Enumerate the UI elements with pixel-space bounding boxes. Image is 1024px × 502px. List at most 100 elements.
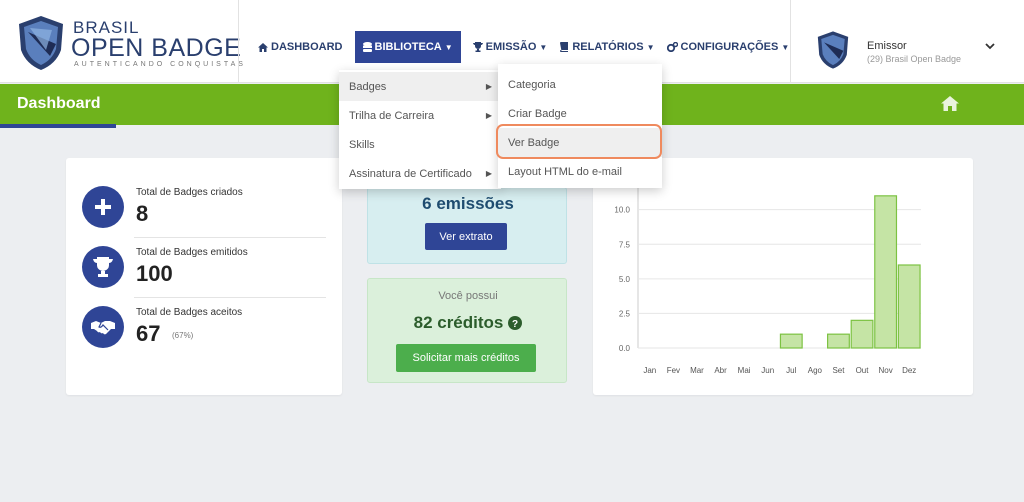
chart-bar xyxy=(779,333,803,349)
menu-item-label: Categoria xyxy=(508,78,556,91)
cogs-icon xyxy=(666,42,678,52)
nav-biblioteca[interactable]: BIBLIOTECA ▼ xyxy=(354,31,461,63)
nav-label: RELATÓRIOS xyxy=(572,41,644,53)
nav-label: EMISSÃO xyxy=(485,41,537,53)
chart-y-tick-label: 10.0 xyxy=(614,206,630,215)
caret-right-icon: ▶ xyxy=(485,169,492,178)
credits-intro: Você possui xyxy=(438,290,498,302)
chart-y-tick-label: 7.5 xyxy=(619,240,631,249)
stat-value: 67 xyxy=(136,321,161,346)
nav-label: DASHBOARD xyxy=(271,41,343,53)
nav-emissao[interactable]: EMISSÃO ▼ xyxy=(467,31,554,63)
user-org: (29) Brasil Open Badge xyxy=(867,54,962,64)
main-nav: DASHBOARD BIBLIOTECA ▼ EMISSÃO ▼ RELATÓR… xyxy=(252,31,795,63)
stat-percentage: (67%) xyxy=(172,331,194,340)
menu-item-label: Assinatura de Certificado xyxy=(349,167,472,180)
credits-box: Você possui 82 créditos ? Solicitar mais… xyxy=(367,278,567,383)
stat-icon-circle xyxy=(82,306,124,348)
menu-item-ver-badge[interactable]: Ver Badge xyxy=(498,128,662,157)
trophy-icon xyxy=(472,42,483,52)
chart-x-tick-label: Abr xyxy=(714,366,727,375)
header-divider xyxy=(238,0,239,83)
menu-item-label: Badges xyxy=(349,80,387,93)
menu-item-label: Layout HTML do e-mail xyxy=(508,165,622,178)
badges-submenu: Categoria Criar Badge Ver Badge Layout H… xyxy=(498,64,662,188)
caret-down-icon: ▼ xyxy=(646,42,655,52)
stat-value: 100 xyxy=(136,261,173,286)
menu-item-label: Trilha de Carreira xyxy=(349,109,435,122)
menu-item-assinatura[interactable]: Assinatura de Certificado ▶ xyxy=(339,159,501,188)
chart-y-tick-label: 2.5 xyxy=(619,309,631,318)
chart-x-tick-label: Out xyxy=(856,366,870,375)
stat-icon-circle xyxy=(82,246,124,288)
brand-line2: OPEN BADGE xyxy=(71,34,242,62)
user-avatar-shield-icon xyxy=(817,31,849,69)
view-statement-button[interactable]: Ver extrato xyxy=(425,223,507,250)
caret-right-icon: ▶ xyxy=(485,111,492,120)
stat-value: 8 xyxy=(136,201,149,226)
chart-x-tick-label: Dez xyxy=(902,366,916,375)
svg-text:?: ? xyxy=(512,319,518,330)
chart-x-tick-label: Fev xyxy=(667,366,680,375)
monthly-badges-chart: 0.0 2.5 5.0 7.5 10.0 Jan Fev Mar Abr Mai Jun Jul Ago… xyxy=(614,182,921,375)
chevron-down-icon[interactable] xyxy=(985,43,995,50)
stat-label: Total de Badges criados xyxy=(136,187,243,198)
emissions-count: 6 emissões xyxy=(422,194,514,213)
credits-amount: 82 créditos ? xyxy=(368,313,568,333)
stat-label: Total de Badges emitidos xyxy=(136,247,248,258)
menu-item-categoria[interactable]: Categoria xyxy=(498,70,662,99)
handshake-icon xyxy=(91,321,115,335)
brand-logo[interactable]: BRASIL OPEN BADGE AUTENTICANDO CONQUISTA… xyxy=(16,14,243,72)
user-role: Emissor xyxy=(867,40,907,52)
chart-x-tick-label: Mar xyxy=(690,366,704,375)
page-title: Dashboard xyxy=(17,95,101,112)
credits-value: 82 créditos xyxy=(413,313,504,332)
menu-item-badges[interactable]: Badges ▶ xyxy=(339,72,501,101)
trophy-icon xyxy=(93,257,113,277)
chart-bar xyxy=(827,333,850,349)
caret-right-icon: ▶ xyxy=(485,82,492,91)
plus-icon xyxy=(95,199,111,215)
chart-x-tick-label: Ago xyxy=(808,366,823,375)
nav-label: CONFIGURAÇÕES xyxy=(680,41,779,53)
database-icon xyxy=(362,42,372,52)
chart-x-tick-label: Set xyxy=(832,366,845,375)
chart-bar xyxy=(850,319,874,349)
chart-x-tick-label: Mai xyxy=(738,366,751,375)
chart-x-tick-label: Jun xyxy=(761,366,774,375)
emissions-box: 6 emissões Ver extrato xyxy=(367,187,567,264)
stat-label: Total de Badges aceitos xyxy=(136,307,243,318)
caret-down-icon: ▼ xyxy=(781,42,790,52)
request-credits-button[interactable]: Solicitar mais créditos xyxy=(396,344,536,372)
chart-card: 0.0 2.5 5.0 7.5 10.0 Jan Fev Mar Abr Mai Jun Jul Ago… xyxy=(593,158,973,395)
nav-label: BIBLIOTECA xyxy=(374,41,442,53)
chart-y-tick-label: 5.0 xyxy=(619,275,631,284)
nav-configuracoes[interactable]: CONFIGURAÇÕES ▼ xyxy=(661,31,796,63)
chart-x-tick-label: Jul xyxy=(786,366,796,375)
menu-item-layout-html[interactable]: Layout HTML do e-mail xyxy=(498,157,662,186)
stat-badges-issued: Total de Badges emitidos 100 xyxy=(82,237,326,297)
menu-item-skills[interactable]: Skills xyxy=(339,130,501,159)
stat-badges-created: Total de Badges criados 8 xyxy=(82,177,326,237)
menu-item-label: Ver Badge xyxy=(508,136,560,149)
chart-x-tick-label: Jan xyxy=(643,366,656,375)
stat-icon-circle xyxy=(82,186,124,228)
caret-down-icon: ▼ xyxy=(444,42,453,52)
menu-item-criar-badge[interactable]: Criar Badge xyxy=(498,99,662,128)
nav-relatorios[interactable]: RELATÓRIOS ▼ xyxy=(553,31,660,63)
menu-item-trilha[interactable]: Trilha de Carreira ▶ xyxy=(339,101,501,130)
nav-dashboard[interactable]: DASHBOARD xyxy=(252,31,349,63)
chart-bar xyxy=(897,264,921,349)
caret-down-icon: ▼ xyxy=(539,42,548,52)
question-circle-icon[interactable]: ? xyxy=(508,316,523,330)
home-icon[interactable] xyxy=(941,96,959,111)
shield-logo-icon xyxy=(19,16,63,70)
brand-tagline: AUTENTICANDO CONQUISTAS xyxy=(74,61,246,68)
menu-item-label: Criar Badge xyxy=(508,107,567,120)
chart-bar xyxy=(874,195,898,349)
home-icon xyxy=(258,42,268,52)
stat-badges-accepted: Total de Badges aceitos 67 (67%) xyxy=(82,297,326,357)
chart-x-tick-label: Nov xyxy=(879,366,893,375)
book-icon xyxy=(560,42,569,52)
biblioteca-dropdown: Badges ▶ Trilha de Carreira ▶ Skills Ass… xyxy=(339,70,501,189)
